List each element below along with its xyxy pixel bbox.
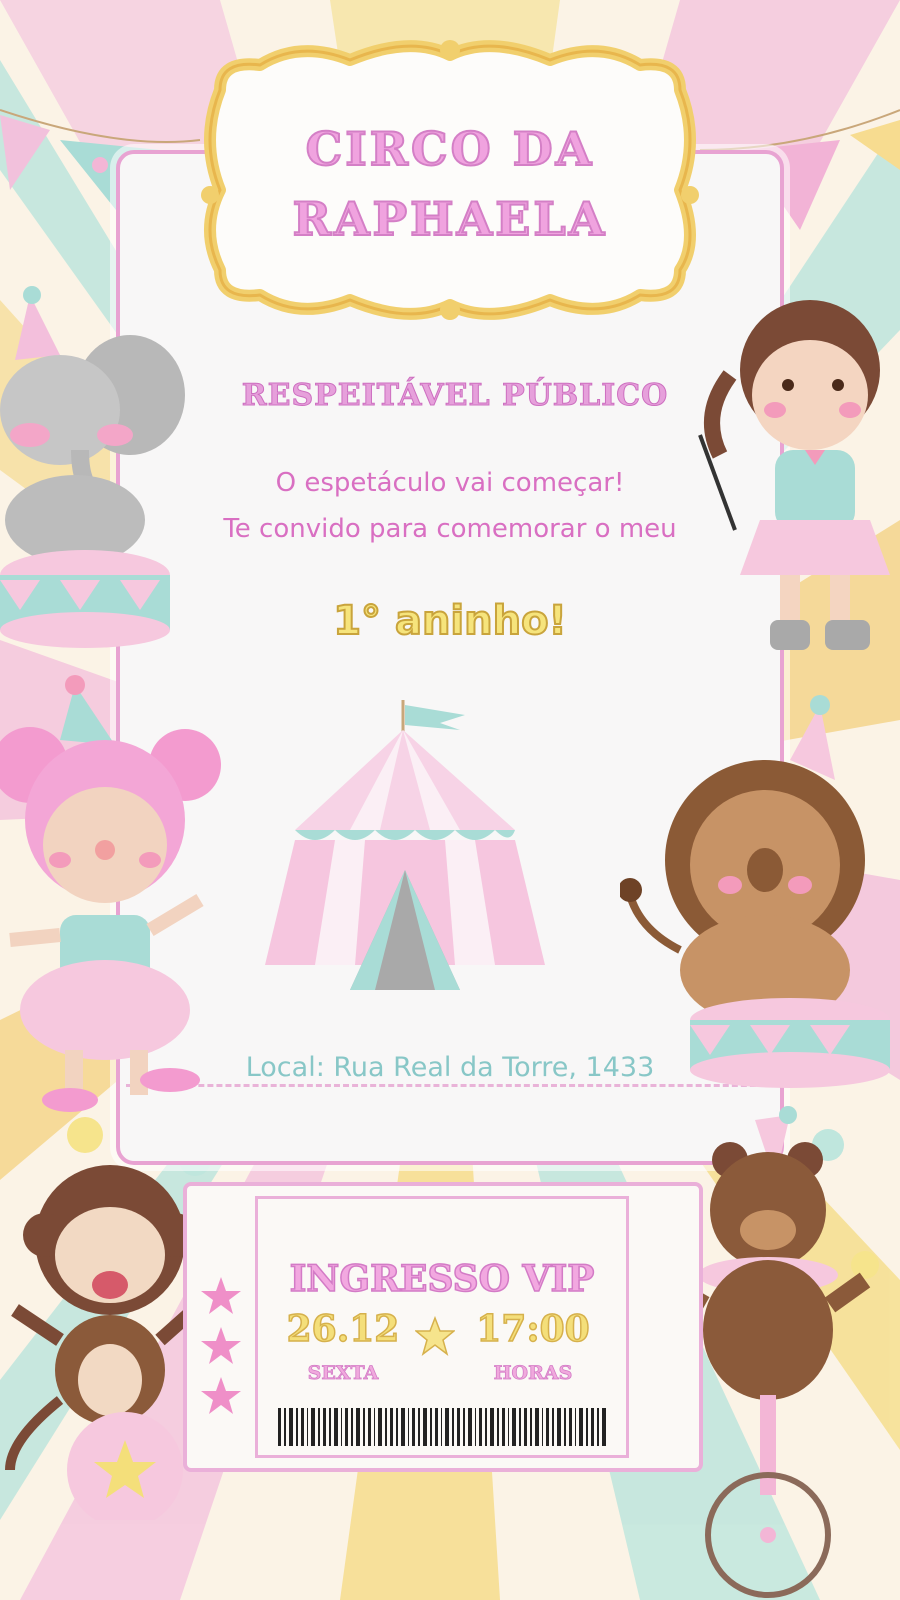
subtitle: RESPEITÁVEL PÚBLICO [241,378,669,414]
girl-ringmaster-icon [698,300,890,650]
barcode-icon [278,1408,606,1446]
sign-title-line1: CIRCO DA [305,121,595,177]
star-icon [415,1316,455,1356]
clown-girl-icon [0,675,221,1112]
ticket-title: INGRESSO VIP [289,1257,595,1301]
ticket-hours-label: HORAS [493,1362,573,1385]
ticket-time: 17:00 [476,1307,591,1351]
ticket-stars-icon [201,1277,241,1414]
sign-title-line2: RAPHAELA [292,191,608,247]
invitation-line2: Te convido para comemorar o meu [223,514,677,544]
elephant-icon [0,286,185,648]
title-sign: CIRCO DA RAPHAELA [180,20,720,330]
ticket-weekday: SEXTA [307,1362,379,1385]
vip-ticket: INGRESSO VIP 26.12 17:00 SEXTA HORAS [183,1182,703,1472]
lion-icon [620,695,890,1088]
invitation-line1: O espetáculo vai começar! [275,468,625,498]
age-text: 1° aninho! [332,597,568,645]
ticket-date: 26.12 [286,1307,400,1351]
circus-tent-icon [265,700,545,990]
